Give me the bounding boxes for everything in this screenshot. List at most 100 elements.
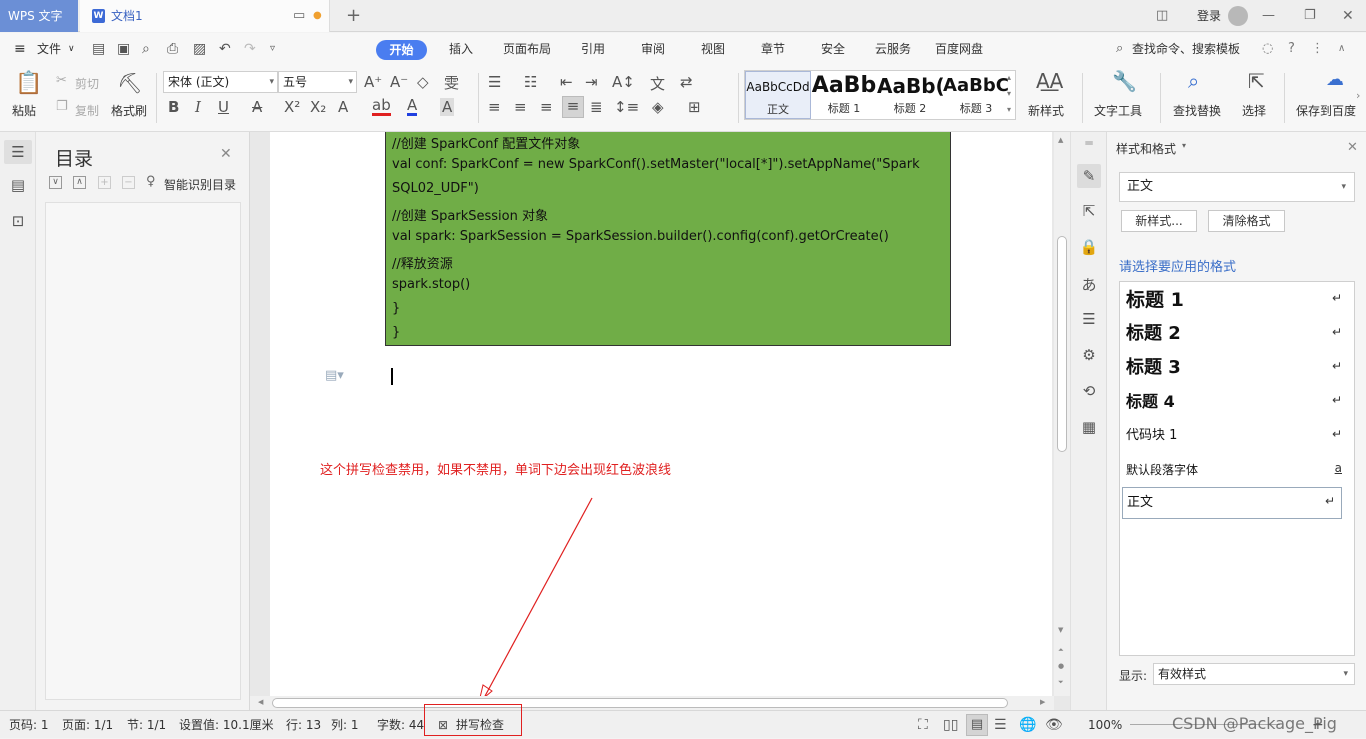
char-shading-icon[interactable]: A bbox=[440, 98, 455, 116]
help-icon[interactable]: ? bbox=[1288, 33, 1295, 65]
command-search[interactable]: 查找命令、搜索模板 bbox=[1132, 33, 1240, 65]
chevron-down-icon[interactable]: ▾ bbox=[1182, 141, 1186, 150]
highlight-icon[interactable]: ab bbox=[372, 97, 391, 116]
save-to-baidu-button[interactable]: 保存到百度 bbox=[1296, 102, 1356, 119]
font-name-select[interactable]: 宋体 (正文) ▾ bbox=[163, 71, 278, 93]
history-icon[interactable]: ⟲ bbox=[1071, 382, 1107, 400]
borders-icon[interactable]: ⊞ bbox=[688, 98, 701, 116]
increase-indent-icon[interactable]: ⇥ bbox=[585, 73, 598, 91]
export-icon[interactable]: ⌕ bbox=[142, 33, 150, 65]
horizontal-scroll-thumb[interactable] bbox=[272, 698, 1008, 708]
menu-tab-page-layout[interactable]: 页面布局 bbox=[503, 33, 551, 65]
style-normal[interactable]: AaBbCcDd 正文 bbox=[745, 71, 811, 119]
outline-view-icon[interactable]: ☰ bbox=[994, 711, 1007, 739]
find-replace-button[interactable]: 查找替换 bbox=[1173, 102, 1221, 119]
chinese-layout-icon[interactable]: 文 bbox=[650, 73, 665, 94]
phonetic-icon[interactable]: 雯 bbox=[444, 72, 459, 93]
menu-tab-references[interactable]: 引用 bbox=[581, 33, 605, 65]
select-button[interactable]: 选择 bbox=[1242, 102, 1266, 119]
expand-all-icon[interactable]: ∨ bbox=[49, 176, 62, 189]
close-icon[interactable]: ✕ bbox=[1347, 140, 1358, 155]
backup-icon[interactable]: ▦ bbox=[1071, 418, 1107, 436]
style-list-item-heading-2[interactable]: 标题 2 ↵ bbox=[1120, 317, 1354, 351]
menu-tab-cloud[interactable]: 云服务 bbox=[875, 33, 911, 65]
monitor-icon[interactable]: ▭ bbox=[293, 0, 305, 32]
login-link[interactable]: 登录 bbox=[1197, 0, 1221, 32]
gallery-more-icon[interactable]: ▾ bbox=[1007, 105, 1011, 114]
align-right-icon[interactable]: ≡ bbox=[540, 98, 553, 116]
select-pointer-icon[interactable]: ⇱ bbox=[1071, 202, 1107, 220]
prev-page-icon[interactable]: ⏶ bbox=[1058, 646, 1064, 655]
paste-button[interactable]: 粘贴 bbox=[12, 102, 36, 119]
paste-icon[interactable]: 📋 bbox=[14, 71, 44, 96]
numbered-list-icon[interactable]: ☷ bbox=[524, 73, 537, 91]
menu-file[interactable]: 文件 bbox=[37, 33, 61, 65]
document-page[interactable]: //创建 SparkConf 配置文件对象 val conf: SparkCon… bbox=[270, 132, 1052, 696]
document-tab[interactable]: W 文档1 ▭ ● bbox=[80, 0, 330, 32]
style-list-item-code-block[interactable]: 代码块 1 ↵ bbox=[1120, 419, 1354, 453]
justify-icon[interactable]: ≡ bbox=[562, 96, 584, 118]
strikethrough-icon[interactable]: A bbox=[252, 98, 262, 116]
remove-heading-icon[interactable]: − bbox=[122, 176, 135, 189]
font-color-icon[interactable]: A bbox=[407, 97, 418, 116]
grow-font-icon[interactable]: A⁺ bbox=[364, 73, 382, 91]
distributed-icon[interactable]: ≣ bbox=[590, 98, 603, 116]
outline-icon[interactable]: ☰ bbox=[1071, 310, 1107, 328]
hamburger-icon[interactable]: ≡ bbox=[14, 33, 26, 65]
cut-button[interactable]: 剪切 bbox=[75, 75, 99, 92]
add-heading-icon[interactable]: + bbox=[98, 176, 111, 189]
format-painter-icon[interactable]: ⛏ bbox=[117, 71, 142, 95]
shrink-font-icon[interactable]: A⁻ bbox=[390, 73, 408, 91]
align-left-icon[interactable]: ≡ bbox=[488, 98, 501, 116]
style-heading-2[interactable]: AaBb( 标题 2 bbox=[877, 71, 943, 119]
status-word-count[interactable]: 字数: 44 bbox=[377, 711, 424, 739]
bookmark-icon[interactable]: ⊡ bbox=[0, 212, 36, 230]
smart-toc-button[interactable]: 智能识别目录 bbox=[164, 176, 236, 193]
menu-tab-review[interactable]: 审阅 bbox=[641, 33, 665, 65]
eye-protection-icon[interactable]: 👁 bbox=[1045, 711, 1063, 739]
style-list-item-heading-3[interactable]: 标题 3 ↵ bbox=[1120, 351, 1354, 385]
vertical-scrollbar[interactable]: ▲ ▼ ⏶ ● ⏷ bbox=[1054, 132, 1070, 696]
underline-icon[interactable]: U bbox=[218, 98, 229, 116]
style-heading-3[interactable]: AaBbC 标题 3 bbox=[943, 71, 1009, 119]
lock-icon[interactable]: 🔒 bbox=[1071, 238, 1107, 256]
vertical-scroll-thumb[interactable] bbox=[1057, 236, 1067, 452]
reading-view-icon[interactable]: ▯▯ bbox=[943, 711, 958, 739]
shading-icon[interactable]: ◈ bbox=[652, 98, 664, 116]
menu-tab-chapter[interactable]: 章节 bbox=[761, 33, 785, 65]
current-style-select[interactable]: 正文 ▾ bbox=[1119, 172, 1355, 202]
search-icon[interactable]: ⌕ bbox=[1116, 33, 1123, 65]
copy-button[interactable]: 复制 bbox=[75, 102, 99, 119]
layout-toggle-icon[interactable]: ◫ bbox=[1156, 0, 1168, 32]
new-style-btn[interactable]: 新样式... bbox=[1121, 210, 1197, 232]
status-row[interactable]: 行: 13 bbox=[286, 711, 321, 739]
find-replace-icon[interactable]: ⌕ bbox=[1188, 69, 1199, 93]
text-direction-icon[interactable]: A↕ bbox=[612, 73, 635, 91]
zoom-level[interactable]: 100% bbox=[1088, 711, 1122, 739]
gallery-down-icon[interactable]: ▾ bbox=[1007, 89, 1011, 98]
style-list-item-normal[interactable]: 正文 ↵ bbox=[1122, 487, 1342, 519]
settings-sliders-icon[interactable]: ⚙ bbox=[1071, 346, 1107, 364]
gallery-up-icon[interactable]: ▴ bbox=[1007, 73, 1011, 82]
new-tab-plus-icon[interactable]: + bbox=[346, 0, 361, 32]
next-page-icon[interactable]: ⏷ bbox=[1058, 678, 1064, 687]
customize-icon[interactable]: ▿ bbox=[270, 33, 275, 65]
chevron-down-icon[interactable]: ∨ bbox=[68, 33, 75, 65]
undo-icon[interactable]: ↶ bbox=[219, 33, 231, 65]
status-page-number[interactable]: 页码: 1 bbox=[9, 711, 49, 739]
collapse-ribbon-icon[interactable]: ∧ bbox=[1338, 33, 1345, 65]
style-list-item-default-font[interactable]: 默认段落字体 a bbox=[1120, 453, 1354, 487]
more-icon[interactable]: ⋮ bbox=[1311, 33, 1324, 65]
menu-tab-insert[interactable]: 插入 bbox=[449, 33, 473, 65]
print-icon[interactable]: ⎙ bbox=[167, 33, 178, 65]
select-browse-icon[interactable]: ● bbox=[1058, 662, 1064, 670]
style-list-item-heading-4[interactable]: 标题 4 ↵ bbox=[1120, 385, 1354, 419]
decrease-indent-icon[interactable]: ⇤ bbox=[560, 73, 573, 91]
show-marks-icon[interactable]: ⇄ bbox=[680, 73, 693, 91]
italic-icon[interactable]: I bbox=[195, 98, 201, 116]
app-tab[interactable]: WPS 文字 bbox=[0, 0, 78, 32]
web-view-icon[interactable]: 🌐 bbox=[1019, 711, 1036, 739]
status-column[interactable]: 列: 1 bbox=[331, 711, 359, 739]
style-list-item-heading-1[interactable]: 标题 1 ↵ bbox=[1120, 283, 1354, 317]
scroll-up-icon[interactable]: ▲ bbox=[1058, 136, 1063, 144]
